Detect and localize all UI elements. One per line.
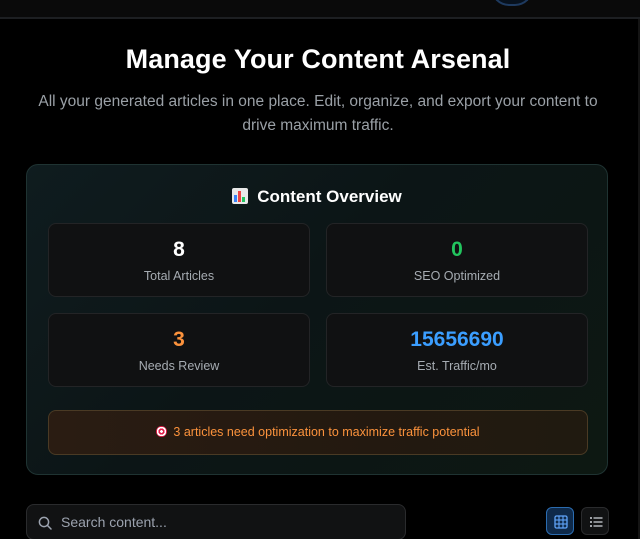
page: Manage Your Content Arsenal All your gen… [0, 0, 640, 539]
search-icon [38, 516, 52, 530]
list-view-button[interactable] [581, 507, 609, 535]
stat-label: Est. Traffic/mo [417, 359, 497, 373]
stat-seo-optimized: 0 SEO Optimized [326, 223, 588, 297]
stat-value: 15656690 [410, 328, 504, 351]
target-icon [156, 426, 168, 437]
search-input[interactable] [61, 505, 391, 539]
stat-total-articles: 8 Total Articles [48, 223, 310, 297]
stat-value: 8 [173, 238, 185, 261]
content-overview-header: Content Overview [27, 187, 607, 207]
optimization-alert: 3 articles need optimization to maximize… [48, 410, 588, 455]
page-subtitle: All your generated articles in one place… [38, 93, 598, 134]
stat-label: Needs Review [138, 359, 220, 373]
page-title: Manage Your Content Arsenal [125, 44, 511, 74]
stat-label: Total Articles [143, 269, 215, 283]
list-view-icon [590, 517, 603, 527]
stat-value: 0 [451, 238, 463, 261]
bar-chart-icon [232, 188, 249, 204]
content-overview-title: Content Overview [257, 187, 402, 206]
grid-view-icon [554, 515, 568, 529]
grid-view-button[interactable] [546, 507, 574, 535]
stat-value: 3 [173, 328, 185, 351]
stat-needs-review: 3 Needs Review [48, 313, 310, 387]
optimization-alert-text: 3 articles need optimization to maximize… [173, 425, 480, 439]
top-navigation-bar [0, 0, 640, 19]
content-overview-card: Content Overview 8 Total Articles 0 SEO … [26, 164, 608, 475]
stat-est-traffic: 15656690 Est. Traffic/mo [326, 313, 588, 387]
user-avatar[interactable] [491, 0, 533, 6]
stat-label: SEO Optimized [413, 269, 501, 283]
search-bar[interactable] [26, 504, 406, 539]
